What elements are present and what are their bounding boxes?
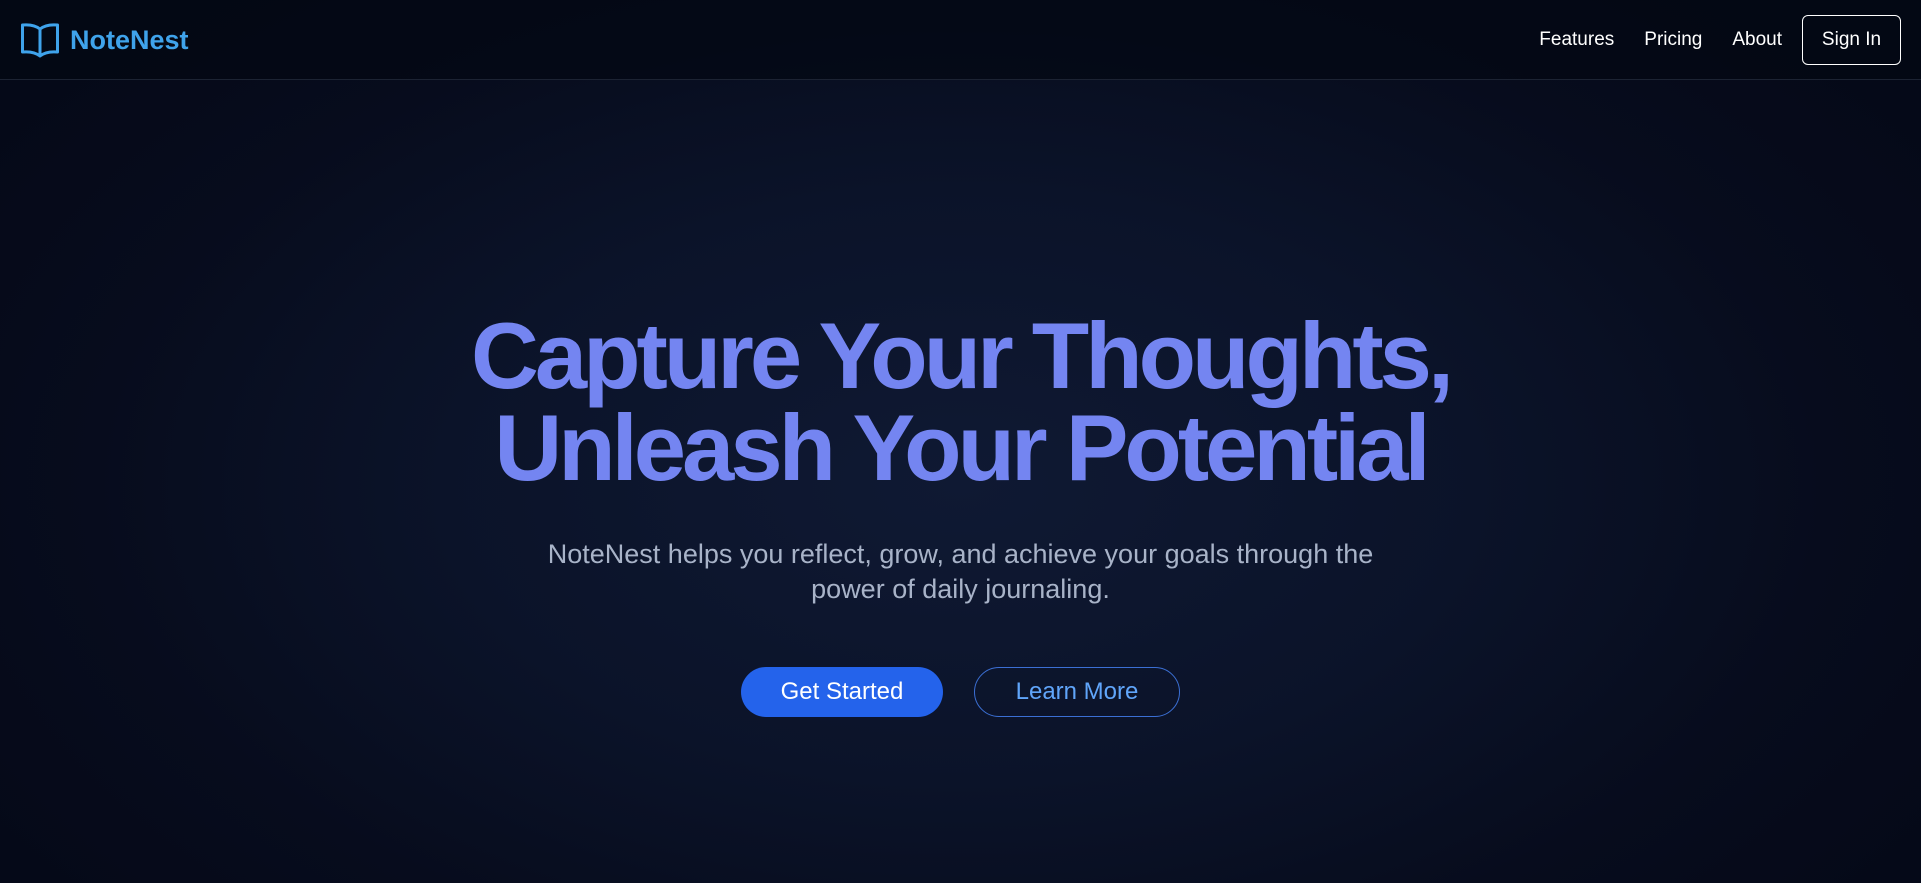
get-started-button[interactable]: Get Started — [741, 667, 943, 717]
hero-headline: Capture Your Thoughts, Unleash Your Pote… — [0, 303, 1921, 500]
hero-tagline: NoteNest helps you reflect, grow, and ac… — [547, 539, 1374, 604]
nav-link-features[interactable]: Features — [1539, 29, 1614, 51]
landing-page: NoteNest Features Pricing About Sign In … — [0, 0, 1921, 883]
nav-link-pricing[interactable]: Pricing — [1644, 29, 1702, 51]
brand-name: NoteNest — [70, 24, 189, 55]
open-book-icon — [20, 20, 60, 60]
main-nav: Features Pricing About Sign In — [1539, 15, 1901, 65]
hero-headline-line-2: Unleash Your Potential — [494, 395, 1430, 500]
nav-link-about[interactable]: About — [1732, 29, 1782, 51]
sign-in-button[interactable]: Sign In — [1802, 15, 1901, 65]
brand-logo-link[interactable]: NoteNest — [20, 20, 189, 60]
hero-actions: Get Started Learn More — [0, 667, 1921, 717]
top-navbar: NoteNest Features Pricing About Sign In — [0, 0, 1921, 80]
learn-more-button[interactable]: Learn More — [974, 667, 1180, 717]
hero-section: Capture Your Thoughts, Unleash Your Pote… — [0, 303, 1921, 717]
hero-headline-line-1: Capture Your Thoughts, — [470, 303, 1454, 408]
